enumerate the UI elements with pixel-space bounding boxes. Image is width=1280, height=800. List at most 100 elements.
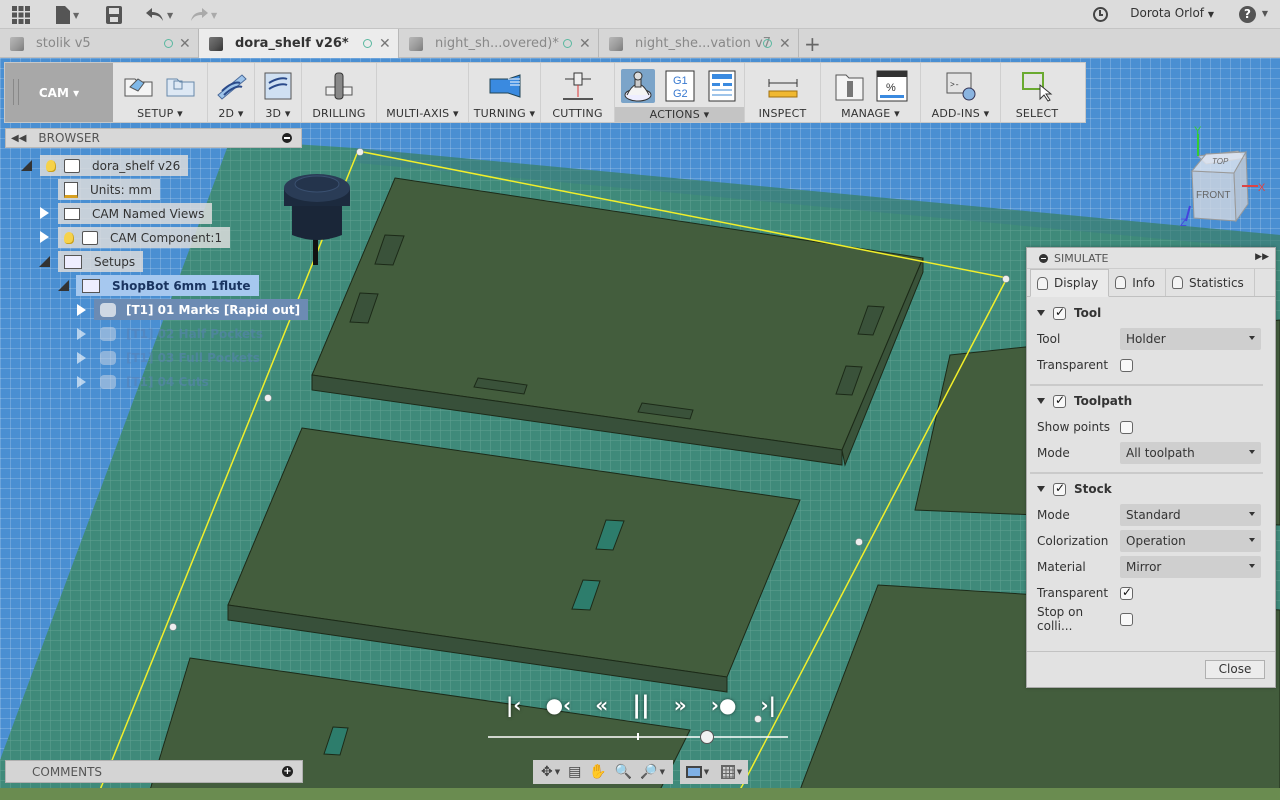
task-manager-icon[interactable]: % <box>875 69 909 103</box>
expand-toggle-closed[interactable] <box>77 352 86 364</box>
apps-grid-icon[interactable] <box>12 5 30 25</box>
view-cube[interactable]: Y X Z TOP FRONT <box>1178 125 1268 229</box>
3d-adaptive-icon[interactable] <box>261 69 295 103</box>
collapse-triangle-icon[interactable] <box>1037 398 1045 404</box>
3d-group[interactable]: 3D ▾ <box>255 63 302 122</box>
close-tab-icon[interactable]: ✕ <box>579 36 591 52</box>
select-icon[interactable] <box>1020 69 1054 103</box>
cutting-icon[interactable] <box>561 69 595 103</box>
tab-dora-shelf[interactable]: dora_shelf v26* ✕ <box>199 29 399 58</box>
tool-section-header[interactable]: Tool <box>1037 303 1101 323</box>
step-back-button[interactable]: « <box>595 691 608 719</box>
stock-mode-select[interactable]: Standard <box>1120 504 1261 526</box>
setup-group[interactable]: SETUP ▾ <box>113 63 208 122</box>
toolpath-mode-select[interactable]: All toolpath <box>1120 442 1261 464</box>
next-operation-button[interactable]: ›● <box>711 691 737 719</box>
redo-icon[interactable]: ▼ <box>190 5 217 25</box>
post-process-icon[interactable]: G1 G2 <box>663 69 697 103</box>
setup-icon[interactable] <box>122 69 156 103</box>
visibility-bulb-icon[interactable] <box>64 231 74 244</box>
orbit-icon[interactable]: ✥ ▼ <box>541 764 560 780</box>
show-points-checkbox[interactable] <box>1120 420 1133 434</box>
collapse-triangle-icon[interactable] <box>1037 486 1045 492</box>
zoom-icon[interactable]: 🔍 <box>615 764 632 780</box>
tree-node-root[interactable]: dora_shelf v26 <box>40 155 189 176</box>
fit-zoom-window-icon[interactable]: 🔎 ▼ <box>640 764 665 780</box>
2d-adaptive-icon[interactable] <box>214 69 248 103</box>
minimize-browser-icon[interactable] <box>282 133 292 143</box>
cutting-group[interactable]: CUTTING <box>541 63 615 122</box>
actions-group[interactable]: G1 G2 ACTIONS ▾ <box>615 63 745 122</box>
2d-group[interactable]: 2D ▾ <box>208 63 255 122</box>
visibility-bulb-icon[interactable] <box>46 159 56 172</box>
tab-night-shelf-covered[interactable]: night_sh...overed)* ✕ <box>399 29 599 58</box>
pan-hand-icon[interactable]: ✋ <box>589 764 606 780</box>
tree-node-op-half-pockets[interactable]: [T1] 02 Half Pockets <box>94 323 271 344</box>
manage-group[interactable]: % MANAGE ▾ <box>821 63 921 122</box>
tree-node-cam-component[interactable]: CAM Component:1 <box>58 227 231 248</box>
help-caret-icon[interactable]: ▼ <box>1262 9 1268 18</box>
grid-settings-icon[interactable]: ▼ <box>720 765 742 779</box>
scripts-addins-icon[interactable]: >- <box>944 69 978 103</box>
go-to-start-button[interactable]: |‹ <box>506 691 522 719</box>
display-settings-icon[interactable]: ▼ <box>685 766 709 778</box>
expand-toggle-closed[interactable] <box>77 328 86 340</box>
tree-node-setup-shopbot[interactable]: ShopBot 6mm 1flute <box>76 275 259 296</box>
add-ins-group[interactable]: >- ADD-INS ▾ <box>921 63 1001 122</box>
expand-toggle-open[interactable] <box>39 256 50 267</box>
measure-icon[interactable] <box>766 69 800 103</box>
tree-node-setups[interactable]: Setups <box>58 251 144 272</box>
inspect-group[interactable]: INSPECT <box>745 63 821 122</box>
undo-icon[interactable]: ▼ <box>146 5 173 25</box>
expand-toggle-open[interactable] <box>21 160 32 171</box>
tree-node-units[interactable]: Units: mm <box>58 179 160 200</box>
new-tab-button[interactable]: + <box>804 32 821 56</box>
browser-panel-header[interactable]: ◀◀ BROWSER <box>5 128 302 148</box>
tab-stolik[interactable]: stolik v5 ✕ <box>0 29 199 58</box>
stock-section-header[interactable]: Stock <box>1037 479 1112 499</box>
material-select[interactable]: Mirror <box>1120 556 1261 578</box>
turning-icon[interactable] <box>488 69 522 103</box>
tab-night-shelf-vation[interactable]: night_she...vation v7 ✕ <box>599 29 799 58</box>
tree-node-op-full-pockets[interactable]: [T1] 03 Full Pockets <box>94 347 268 368</box>
multi-axis-group[interactable]: MULTI-AXIS ▾ <box>377 63 469 122</box>
expand-toggle-closed[interactable] <box>77 304 86 316</box>
tree-node-op-marks[interactable]: [T1] 01 Marks [Rapid out] <box>94 299 309 320</box>
tool-enabled-checkbox[interactable] <box>1053 305 1066 320</box>
go-to-end-button[interactable]: ›| <box>760 691 776 719</box>
stock-transparent-checkbox[interactable] <box>1120 585 1133 600</box>
close-tab-icon[interactable]: ✕ <box>179 36 191 52</box>
workspace-switcher[interactable]: CAM ▾ <box>5 63 113 122</box>
close-tab-icon[interactable]: ✕ <box>779 36 791 52</box>
drilling-group[interactable]: DRILLING <box>302 63 377 122</box>
select-group[interactable]: SELECT <box>1001 63 1073 122</box>
previous-operation-button[interactable]: ●‹ <box>546 691 572 719</box>
pause-button[interactable]: || <box>632 691 650 719</box>
tab-statistics[interactable]: Statistics <box>1166 269 1255 296</box>
job-status-clock-icon[interactable] <box>1093 7 1108 22</box>
tree-node-named-views[interactable]: CAM Named Views <box>58 203 213 224</box>
toolpath-enabled-checkbox[interactable] <box>1053 393 1066 408</box>
expand-toggle-closed[interactable] <box>40 231 49 243</box>
tool-transparent-checkbox[interactable] <box>1120 358 1133 372</box>
turning-group[interactable]: TURNING ▾ <box>469 63 541 122</box>
tree-node-op-cuts[interactable]: [T1] 04 Cuts <box>94 371 217 392</box>
colorization-select[interactable]: Operation <box>1120 530 1261 552</box>
setup-sheet-icon[interactable] <box>705 69 739 103</box>
stop-on-collision-checkbox[interactable] <box>1120 612 1133 626</box>
close-button[interactable]: Close <box>1205 660 1265 679</box>
simulate-header[interactable]: SIMULATE ▶▶ <box>1027 248 1275 269</box>
tab-display[interactable]: Display <box>1030 269 1110 297</box>
simulate-icon[interactable] <box>620 69 655 103</box>
collapse-triangle-icon[interactable] <box>1037 310 1045 316</box>
file-menu-icon[interactable]: ▼ <box>56 5 79 25</box>
drill-icon[interactable] <box>322 69 356 103</box>
setup-sheet-folder-icon[interactable] <box>164 69 198 103</box>
stock-enabled-checkbox[interactable] <box>1053 481 1066 496</box>
expand-toggle-closed[interactable] <box>77 376 86 388</box>
save-icon[interactable] <box>106 5 122 25</box>
minimize-panel-icon[interactable] <box>1039 253 1048 263</box>
expand-toggle-closed[interactable] <box>40 207 49 219</box>
tool-display-select[interactable]: Holder <box>1120 328 1261 350</box>
add-comment-icon[interactable]: + <box>282 766 293 777</box>
